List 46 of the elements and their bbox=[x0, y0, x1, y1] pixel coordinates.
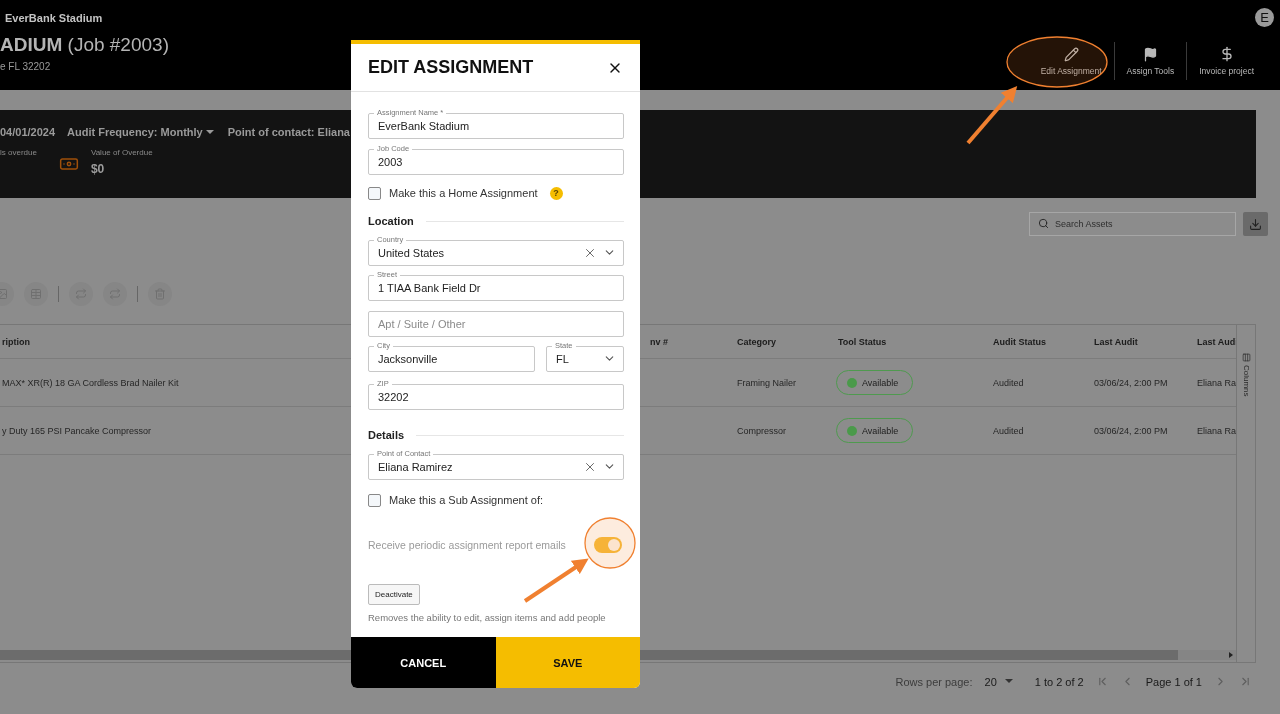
table-cell-text: MAX* XR(R) 18 GA Cordless Brad Nailer Kit bbox=[1, 377, 179, 388]
save-button[interactable]: SAVE bbox=[495, 637, 640, 688]
address-text: e FL 32202 bbox=[0, 61, 52, 72]
range-text: 1 to 2 of 2 bbox=[1034, 675, 1084, 688]
action-button[interactable]: Invoice project bbox=[1187, 42, 1266, 80]
toggle-label: Receive periodic assignment report emails bbox=[368, 539, 566, 551]
column-header[interactable]: Category bbox=[725, 336, 826, 347]
action-button[interactable]: Assign Tools bbox=[1114, 42, 1187, 80]
frequency-dropdown[interactable]: Audit Frequency: Monthly bbox=[67, 126, 214, 138]
date-text: 04/01/2024 bbox=[0, 126, 56, 138]
search-field[interactable]: Search Assets bbox=[1029, 212, 1236, 236]
section-heading: Details bbox=[368, 429, 405, 441]
stat-label: Value of Overdue bbox=[90, 148, 153, 157]
deactivate-button[interactable]: Deactivate bbox=[368, 584, 420, 605]
contact-text: Point of contact: Eliana bbox=[227, 126, 350, 138]
stat-label: ls overdue bbox=[0, 148, 37, 157]
column-header[interactable]: Tool Status bbox=[826, 336, 981, 347]
stat-value: $0 bbox=[90, 162, 106, 176]
table-cell-text: Audited bbox=[992, 377, 1024, 388]
column-header[interactable]: Last Audit bbox=[1082, 336, 1185, 347]
columns-tab[interactable]: Columns bbox=[1241, 365, 1251, 397]
dialog-title: EDIT ASSIGNMENT bbox=[368, 57, 534, 78]
table-cell-text: Framing Nailer bbox=[736, 377, 796, 388]
section-heading: Location bbox=[368, 215, 414, 227]
cancel-button[interactable]: CANCEL bbox=[351, 637, 496, 688]
table-cell-text: Audited bbox=[992, 425, 1024, 436]
input-field[interactable]: Apt / Suite / Other bbox=[368, 311, 624, 337]
checkbox-label: Make this a Sub Assignment of: bbox=[389, 494, 544, 506]
table-cell-text: Compressor bbox=[736, 425, 786, 436]
table-cell-text: 03/06/24, 2:00 PM bbox=[1093, 425, 1168, 436]
column-header[interactable]: nv # bbox=[638, 336, 725, 347]
page-text: Page 1 of 1 bbox=[1145, 675, 1202, 688]
rows-per-page-label: Rows per page: bbox=[895, 675, 973, 688]
table-cell-text: y Duty 165 PSI Pancake Compressor bbox=[1, 425, 152, 436]
table-cell-text: Eliana Ra bbox=[1196, 425, 1237, 436]
table-cell-text: 03/06/24, 2:00 PM bbox=[1093, 377, 1168, 388]
rows-per-page-select[interactable]: 20 bbox=[984, 675, 1013, 688]
help-icon[interactable]: ? bbox=[549, 186, 563, 200]
avatar[interactable]: E bbox=[1255, 8, 1274, 27]
breadcrumb[interactable]: EverBank Stadium bbox=[5, 11, 103, 24]
column-header[interactable]: Audit Status bbox=[981, 336, 1082, 347]
checkbox-label: Make this a Home Assignment bbox=[389, 187, 538, 199]
table-cell-text: Eliana Ra bbox=[1196, 377, 1237, 388]
page-title: ADIUM (Job #2003) bbox=[0, 35, 169, 55]
helper-text: Removes the ability to edit, assign items and add people bbox=[368, 612, 607, 623]
action-button[interactable]: Edit Assignment bbox=[1028, 42, 1114, 80]
